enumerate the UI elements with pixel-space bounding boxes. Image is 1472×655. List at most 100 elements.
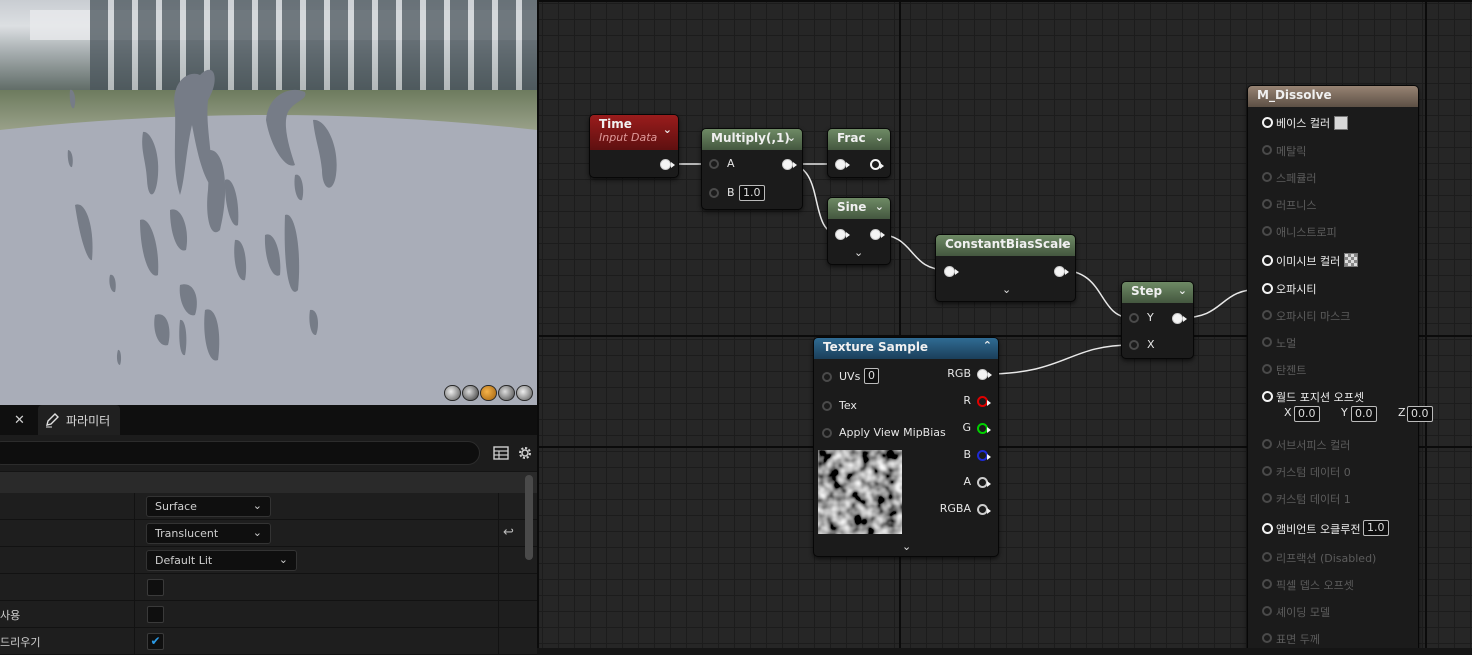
input-pin[interactable] xyxy=(1262,283,1273,294)
input-pin[interactable] xyxy=(1262,199,1272,209)
table-view-icon[interactable] xyxy=(492,444,510,462)
cube-preview-icon[interactable] xyxy=(498,385,515,401)
input-pin[interactable] xyxy=(1262,337,1272,347)
b-value-input[interactable]: 1.0 xyxy=(739,185,765,201)
input-pin-y[interactable] xyxy=(1129,313,1139,323)
chevron-down-icon[interactable]: ⌄ xyxy=(663,123,672,136)
collapse-chevron-icon[interactable]: ⌄ xyxy=(902,540,911,553)
uvs-value-input[interactable]: 0 xyxy=(864,368,879,384)
node-step[interactable]: Step ⌄ Y X xyxy=(1121,281,1194,359)
output-pin[interactable] xyxy=(1054,266,1069,277)
input-pin[interactable] xyxy=(1262,523,1273,534)
input-pin[interactable] xyxy=(835,159,850,170)
wpo-x-input[interactable]: 0.0 xyxy=(1294,406,1320,422)
node-texture-sample[interactable]: Texture Sample ⌃ UVs 0 Tex Apply View Mi… xyxy=(813,337,999,557)
property-row-blend-mode: Translucent ⌄ ↩ xyxy=(0,520,537,547)
input-pin-a[interactable] xyxy=(709,159,719,169)
input-pin-uvs[interactable] xyxy=(822,372,832,382)
input-pin[interactable] xyxy=(1262,145,1272,155)
ambient-occlusion-input[interactable]: 1.0 xyxy=(1363,520,1389,536)
input-pin[interactable] xyxy=(1262,226,1272,236)
input-label: 셰이딩 모델 xyxy=(1276,606,1331,619)
output-pin-b[interactable] xyxy=(977,450,991,461)
input-pin[interactable] xyxy=(1262,391,1273,402)
output-pin[interactable] xyxy=(1172,313,1187,324)
tab-parameters[interactable]: 파라미터 xyxy=(38,405,121,435)
wpo-y-input[interactable]: 0.0 xyxy=(1351,406,1377,422)
node-material-output[interactable]: M_Dissolve 베이스 컬러 메탈릭 스페큘러 러프니스 애니스트로피 이미시브 컬… xyxy=(1247,85,1433,648)
output-pin-a[interactable] xyxy=(977,477,991,488)
output-pin[interactable] xyxy=(782,159,797,170)
plane-preview-icon[interactable] xyxy=(480,385,497,401)
node-sine[interactable]: Sine ⌄ ⌄ xyxy=(827,197,891,265)
output-pin-rgba[interactable] xyxy=(977,504,991,515)
reset-to-default-icon[interactable]: ↩ xyxy=(503,525,514,540)
input-pin[interactable] xyxy=(1262,633,1272,643)
node-sine-header: Sine ⌄ xyxy=(828,198,890,219)
property-checkbox[interactable] xyxy=(147,579,164,596)
output-pin[interactable] xyxy=(870,159,884,170)
input-pin[interactable] xyxy=(1262,439,1272,449)
node-frac[interactable]: Frac ⌄ xyxy=(827,128,891,178)
property-checkbox[interactable] xyxy=(147,606,164,623)
details-search-input[interactable] xyxy=(0,441,480,465)
input-pin[interactable] xyxy=(1262,552,1272,562)
input-pin-mipbias[interactable] xyxy=(822,428,832,438)
close-tab-icon[interactable]: ✕ xyxy=(14,413,25,428)
output-pin[interactable] xyxy=(660,159,675,170)
cylinder-preview-icon[interactable] xyxy=(444,385,461,401)
chevron-down-icon[interactable]: ⌄ xyxy=(875,131,884,144)
property-row-checkbox-1 xyxy=(0,574,537,601)
input-pin[interactable] xyxy=(944,266,959,277)
input-pin[interactable] xyxy=(1262,606,1272,616)
input-pin[interactable] xyxy=(1262,255,1273,266)
node-constant-bias-scale[interactable]: ConstantBiasScale ⌄ ⌄ xyxy=(935,234,1076,302)
chevron-down-icon: ⌄ xyxy=(278,553,288,566)
pin-label: RGBA xyxy=(939,502,971,515)
input-label: 스페큘러 xyxy=(1276,172,1317,185)
sphere-preview-icon[interactable] xyxy=(462,385,479,401)
expand-chevron-icon[interactable]: ⌄ xyxy=(854,246,863,259)
chevron-up-icon[interactable]: ⌃ xyxy=(983,339,992,352)
base-color-swatch[interactable] xyxy=(1334,116,1348,130)
output-pin-g[interactable] xyxy=(977,423,991,434)
output-pin-r[interactable] xyxy=(977,396,991,407)
input-pin[interactable] xyxy=(1262,579,1272,589)
wpo-z-input[interactable]: 0.0 xyxy=(1407,406,1433,422)
input-pin[interactable] xyxy=(1262,493,1272,503)
material-domain-dropdown[interactable]: Surface ⌄ xyxy=(146,496,271,517)
emissive-color-swatch[interactable] xyxy=(1344,253,1358,267)
material-preview-viewport[interactable] xyxy=(0,0,537,405)
output-pin-rgb[interactable] xyxy=(977,369,992,380)
chevron-down-icon[interactable]: ⌄ xyxy=(1178,284,1187,297)
input-pin-b[interactable] xyxy=(709,188,719,198)
property-checkbox-checked[interactable]: ✔ xyxy=(147,633,164,650)
details-scrollbar[interactable] xyxy=(525,475,533,560)
blend-mode-dropdown[interactable]: Translucent ⌄ xyxy=(146,523,271,544)
input-pin[interactable] xyxy=(835,229,850,240)
input-pin[interactable] xyxy=(1262,364,1272,374)
gear-icon[interactable] xyxy=(516,444,534,462)
input-pin-tex[interactable] xyxy=(822,401,832,411)
chevron-down-icon[interactable]: ⌄ xyxy=(875,200,884,213)
details-panel: ✕ 파라미터 Surface ⌄ Translucent ⌄ ↩ Default… xyxy=(0,405,537,655)
node-multiply[interactable]: Multiply(,1) ⌄ A B 1.0 xyxy=(701,128,803,210)
input-pin[interactable] xyxy=(1262,466,1272,476)
wpo-z-label: Z xyxy=(1398,406,1406,419)
input-pin[interactable] xyxy=(1262,117,1273,128)
node-time[interactable]: Time Input Data ⌄ xyxy=(589,114,679,178)
input-label: 리프랙션 (Disabled) xyxy=(1276,552,1377,565)
chevron-down-icon[interactable]: ⌄ xyxy=(787,131,796,144)
expand-chevron-icon[interactable]: ⌄ xyxy=(1002,283,1011,296)
chevron-down-icon[interactable]: ⌄ xyxy=(1060,237,1069,250)
teapot-preview-icon[interactable] xyxy=(516,385,533,401)
details-section-header[interactable] xyxy=(0,471,537,493)
input-pin[interactable] xyxy=(1262,310,1272,320)
input-pin[interactable] xyxy=(1262,172,1272,182)
material-graph-canvas[interactable]: Time Input Data ⌄ Multiply(,1) ⌄ A B 1.0… xyxy=(537,0,1472,648)
input-pin-x[interactable] xyxy=(1129,340,1139,350)
node-title: ConstantBiasScale xyxy=(945,237,1071,251)
pin-label: X xyxy=(1147,338,1155,351)
shading-model-dropdown[interactable]: Default Lit ⌄ xyxy=(146,550,297,571)
output-pin[interactable] xyxy=(870,229,885,240)
